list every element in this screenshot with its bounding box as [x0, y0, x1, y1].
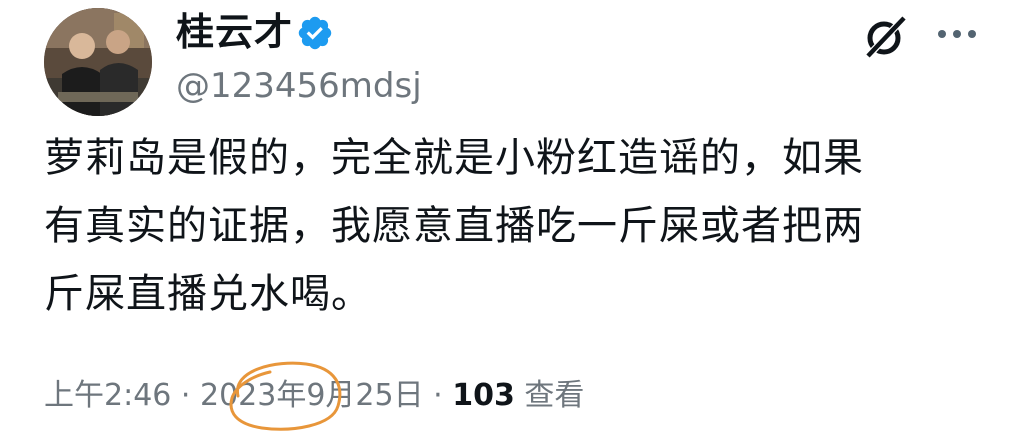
- author-display-name[interactable]: 桂云才: [176, 8, 293, 56]
- meta-separator: ·: [423, 378, 453, 413]
- avatar-photo: [44, 8, 152, 116]
- grok-icon[interactable]: [862, 14, 908, 60]
- more-options-icon[interactable]: [934, 24, 980, 44]
- views-count: 103: [452, 378, 515, 413]
- author-handle[interactable]: @123456mdsj: [176, 64, 422, 108]
- tweet-meta: 上午2:46 · 2023年9月25日 · 103 查看: [44, 374, 584, 418]
- meta-separator: ·: [171, 378, 200, 413]
- post-date[interactable]: 2023年9月25日: [200, 378, 424, 413]
- avatar[interactable]: [44, 8, 152, 116]
- post-time[interactable]: 上午2:46: [44, 378, 171, 413]
- tweet-text: 萝莉岛是假的，完全就是小粉红造谣的，如果 有真实的证据，我愿意直播吃一斤屎或者把…: [44, 135, 864, 317]
- verified-badge-icon: [298, 16, 332, 50]
- views-label: 查看: [514, 378, 585, 413]
- tweet-post: 桂云才 @123456mdsj 萝莉岛是假的，完全就是小粉红造谣的，如果 有真实…: [0, 0, 1024, 444]
